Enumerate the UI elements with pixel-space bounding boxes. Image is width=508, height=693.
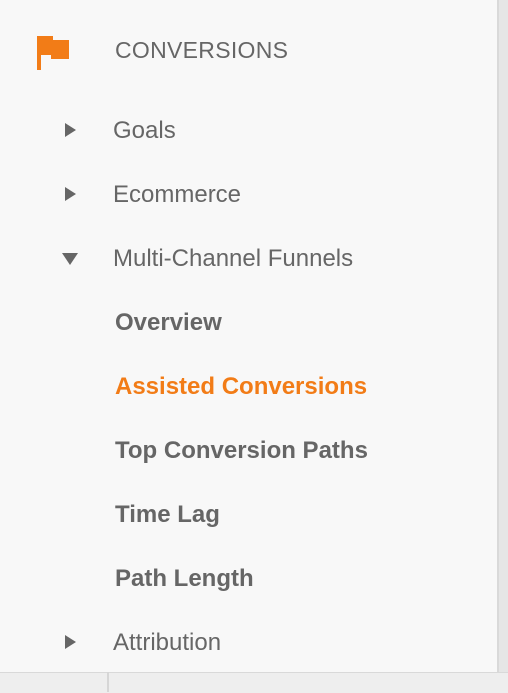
sub-item-label: Assisted Conversions	[115, 373, 368, 400]
nav-item-label: Ecommerce	[113, 181, 242, 208]
flag-icon	[37, 36, 69, 70]
nav-item-multi-channel-funnels[interactable]: Multi-Channel Funnels	[0, 235, 497, 283]
bottom-divider	[107, 672, 109, 692]
sub-item-assisted-conversions[interactable]: Assisted Conversions	[0, 363, 497, 411]
nav-item-goals[interactable]: Goals	[0, 107, 497, 155]
sub-item-label: Path Length	[115, 565, 254, 592]
sub-item-top-conversion-paths[interactable]: Top Conversion Paths	[0, 427, 497, 475]
sub-item-time-lag[interactable]: Time Lag	[0, 491, 497, 539]
caret-right-icon	[65, 187, 76, 201]
sub-item-overview[interactable]: Overview	[0, 299, 497, 347]
sidebar-nav: CONVERSIONS Goals Ecommerce Multi-Channe…	[0, 0, 499, 672]
sub-item-label: Top Conversion Paths	[115, 437, 368, 464]
nav-item-label: Multi-Channel Funnels	[113, 245, 354, 272]
sub-item-label: Time Lag	[115, 501, 220, 528]
sub-item-label: Overview	[115, 309, 222, 336]
nav-item-attribution[interactable]: Attribution	[0, 619, 497, 667]
nav-item-ecommerce[interactable]: Ecommerce	[0, 171, 497, 219]
caret-right-icon	[65, 123, 76, 137]
nav-item-label: Goals	[113, 117, 176, 144]
sub-item-path-length[interactable]: Path Length	[0, 555, 497, 603]
caret-down-icon	[62, 253, 78, 265]
caret-right-icon	[65, 635, 76, 649]
conversions-section-header[interactable]: CONVERSIONS	[0, 22, 497, 78]
nav-item-label: Attribution	[113, 629, 222, 656]
bottom-bar	[0, 672, 508, 693]
section-title: CONVERSIONS	[115, 37, 289, 63]
